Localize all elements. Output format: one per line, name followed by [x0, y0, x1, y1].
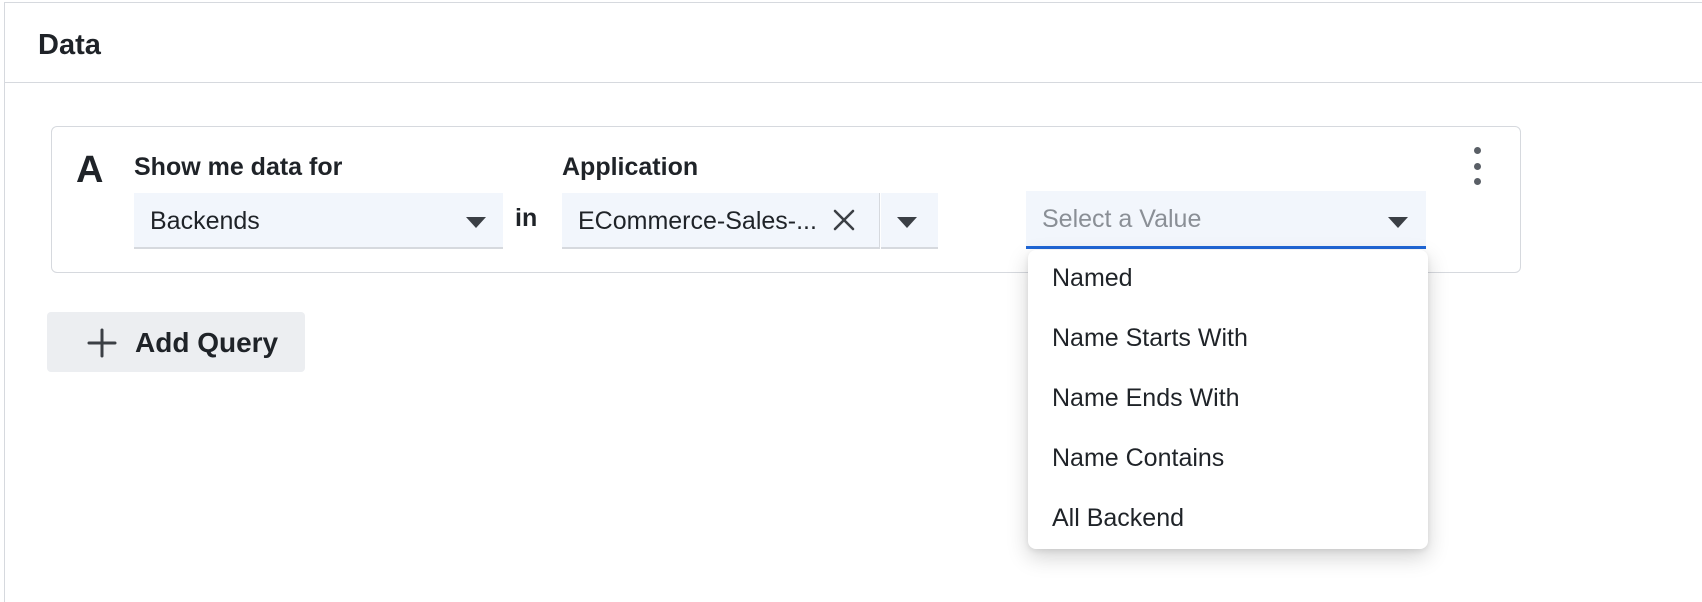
add-query-button[interactable]: Add Query [47, 312, 305, 372]
chevron-down-icon [897, 217, 917, 228]
scope-dropdown-toggle[interactable] [881, 193, 938, 249]
option-all-backend[interactable]: All Backend [1052, 504, 1184, 533]
scope-label: Application [562, 153, 699, 181]
option-name-starts-with[interactable]: Name Starts With [1052, 324, 1248, 353]
plus-icon [87, 328, 117, 358]
panel-header: Data [5, 3, 1702, 83]
option-name-contains[interactable]: Name Contains [1052, 444, 1224, 473]
query-letter: A [76, 149, 104, 191]
entity-type-value: Backends [150, 207, 260, 235]
show-me-data-label: Show me data for [134, 153, 343, 181]
chevron-down-icon [1388, 217, 1408, 228]
option-name-ends-with[interactable]: Name Ends With [1052, 384, 1240, 413]
scope-select[interactable]: ECommerce-Sales-... [562, 193, 880, 249]
scope-divider [879, 193, 880, 247]
add-query-label: Add Query [135, 327, 279, 358]
value-options-menu: Named Name Starts With Name Ends With Na… [1028, 250, 1428, 549]
chevron-down-icon [466, 217, 486, 228]
option-named[interactable]: Named [1052, 264, 1133, 293]
value-select[interactable]: Select a Value [1026, 191, 1426, 249]
value-placeholder: Select a Value [1042, 205, 1202, 233]
scope-value: ECommerce-Sales-... [578, 207, 817, 235]
entity-type-select[interactable]: Backends [134, 193, 503, 249]
close-icon[interactable] [830, 206, 858, 234]
more-vertical-icon[interactable] [1467, 147, 1487, 185]
in-label: in [515, 204, 538, 232]
data-panel: Data A Show me data for Backends in Appl… [4, 2, 1702, 602]
panel-title: Data [38, 29, 101, 61]
